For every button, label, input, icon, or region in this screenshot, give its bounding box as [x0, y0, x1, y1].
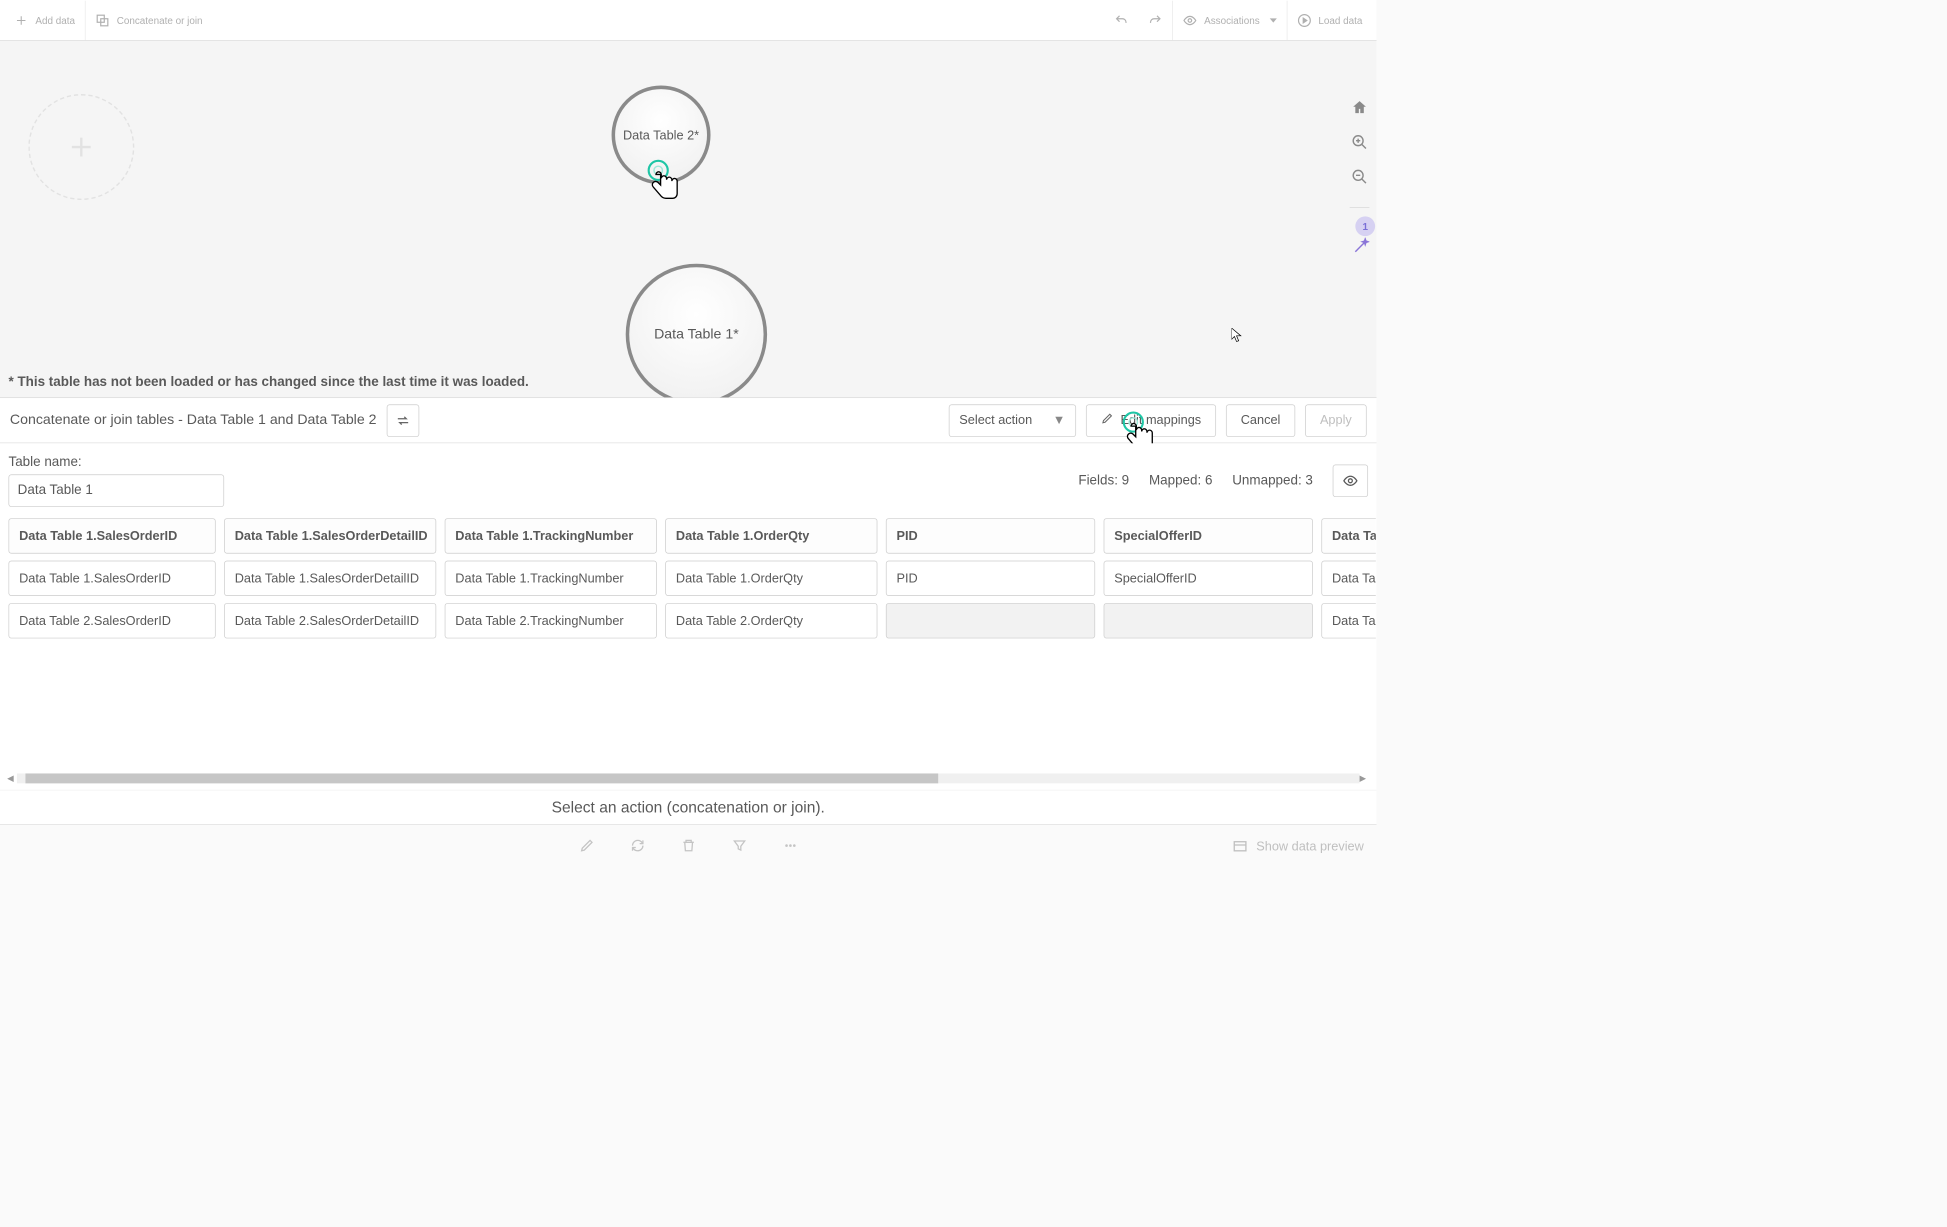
mapping-cell[interactable]: SpecialOfferID	[1104, 561, 1313, 596]
column-header[interactable]: Data Table 1.TrackingNumber	[445, 518, 657, 553]
mappings-grid: Data Table 1.SalesOrderID Data Table 1.S…	[8, 518, 1375, 645]
mapping-cell-empty[interactable]	[886, 603, 1095, 638]
mapping-column: Data Table 1.TrackingNumber Data Table 1…	[445, 518, 657, 645]
toggle-visibility-button[interactable]	[1333, 464, 1368, 497]
load-data-button[interactable]: Load data	[1287, 0, 1373, 40]
column-header[interactable]: Data Table 1.OrderQty	[665, 518, 877, 553]
swap-tables-button[interactable]	[386, 404, 419, 437]
bubble-label: Data Table 1*	[654, 326, 739, 342]
load-data-label: Load data	[1318, 14, 1362, 25]
concat-join-button[interactable]: Concatenate or join	[86, 0, 213, 40]
column-header[interactable]: PID	[886, 518, 1095, 553]
mapping-column: PID PID	[886, 518, 1095, 645]
mapping-column: Data Table 1.SalesOrderID Data Table 1.S…	[8, 518, 215, 645]
table-name-input[interactable]	[8, 474, 224, 507]
chevron-down-icon: ▼	[1053, 413, 1066, 428]
unmapped-label: Unmapped:	[1232, 473, 1301, 488]
mapping-cell[interactable]: Data Table 1.OrderQty	[665, 561, 877, 596]
magic-wand-icon[interactable]	[1352, 238, 1369, 257]
show-preview-button[interactable]: Show data preview	[1232, 825, 1364, 867]
table-bubble-2[interactable]: Data Table 2*	[612, 86, 711, 185]
zoom-in-icon[interactable]	[1351, 134, 1368, 153]
mappings-panel: Table name: Fields: 9 Mapped: 6 Unmapped…	[0, 443, 1377, 789]
pencil-icon	[1101, 412, 1114, 428]
footer-message: Select an action (concatenation or join)…	[0, 790, 1377, 825]
concat-icon	[95, 13, 109, 27]
cancel-label: Cancel	[1241, 413, 1281, 428]
edit-icon[interactable]	[579, 837, 595, 855]
apply-label: Apply	[1320, 413, 1352, 428]
fields-label: Fields:	[1078, 473, 1118, 488]
canvas-tools	[1350, 99, 1370, 212]
mapping-cell-empty[interactable]	[1104, 603, 1313, 638]
refresh-icon[interactable]	[630, 837, 646, 855]
mapping-column: Data Table 1.OrderQty Data Table 1.Order…	[665, 518, 877, 645]
mapped-value: 6	[1205, 473, 1212, 488]
mapping-cell[interactable]: Data Table 2.TrackingNumber	[445, 603, 657, 638]
mapping-cell[interactable]: Data Table 2.OrderQty	[665, 603, 877, 638]
table-bubble-1[interactable]: Data Table 1*	[626, 264, 767, 398]
zoom-out-icon[interactable]	[1351, 168, 1368, 187]
undo-button[interactable]	[1104, 0, 1138, 40]
mapping-cell[interactable]: Data Table 1.SalesOrderDetailID	[224, 561, 436, 596]
column-header[interactable]: Data Table 1.SalesOrderDetailID	[224, 518, 436, 553]
mapping-column: Data Table 1.SalesOrderDetailID Data Tab…	[224, 518, 436, 645]
select-action-dropdown[interactable]: Select action ▼	[949, 404, 1076, 437]
mapping-cell[interactable]: PID	[886, 561, 1095, 596]
edit-mappings-button[interactable]: Edit mappings	[1086, 404, 1216, 437]
add-table-placeholder[interactable]	[28, 94, 134, 200]
home-icon[interactable]	[1351, 99, 1368, 118]
table-name-label: Table name:	[8, 455, 224, 471]
eye-icon	[1183, 13, 1197, 27]
select-action-label: Select action	[959, 413, 1032, 428]
recommendations-badge[interactable]: 1	[1355, 216, 1375, 236]
more-icon[interactable]	[782, 837, 798, 855]
scroll-thumb[interactable]	[25, 773, 938, 783]
show-preview-label: Show data preview	[1256, 839, 1364, 854]
cancel-button[interactable]: Cancel	[1226, 404, 1295, 437]
concat-join-label: Concatenate or join	[117, 14, 203, 25]
mapped-label: Mapped:	[1149, 473, 1201, 488]
redo-button[interactable]	[1138, 0, 1172, 40]
associations-dropdown[interactable]: Associations	[1172, 0, 1286, 40]
horizontal-scrollbar[interactable]: ◀ ▶	[7, 773, 1369, 784]
concat-action-bar: Concatenate or join tables - Data Table …	[0, 398, 1377, 443]
column-header[interactable]: Data Ta	[1321, 518, 1375, 553]
action-bar-title: Concatenate or join tables - Data Table …	[10, 412, 377, 428]
associations-label: Associations	[1204, 14, 1260, 25]
top-toolbar: Add data Concatenate or join Association…	[0, 0, 1377, 41]
bubble-label: Data Table 2*	[623, 128, 699, 143]
column-header[interactable]: Data Table 1.SalesOrderID	[8, 518, 215, 553]
redo-icon	[1148, 13, 1162, 27]
play-icon	[1297, 13, 1311, 27]
mapping-column: Data Ta Data Ta Data Ta	[1321, 518, 1375, 645]
mapping-cell[interactable]: Data Ta	[1321, 603, 1375, 638]
mapping-cell[interactable]: Data Ta	[1321, 561, 1375, 596]
bottom-toolbar: Show data preview	[0, 825, 1377, 867]
mapping-cell[interactable]: Data Table 1.TrackingNumber	[445, 561, 657, 596]
mapping-cell[interactable]: Data Table 2.SalesOrderDetailID	[224, 603, 436, 638]
undo-icon	[1114, 13, 1128, 27]
mapping-cell[interactable]: Data Table 2.SalesOrderID	[8, 603, 215, 638]
mouse-cursor-icon	[1232, 328, 1243, 344]
scroll-left-icon[interactable]: ◀	[7, 773, 17, 783]
trash-icon[interactable]	[680, 837, 696, 855]
fields-value: 9	[1122, 473, 1129, 488]
add-data-button[interactable]: Add data	[4, 0, 85, 40]
scroll-right-icon[interactable]: ▶	[1360, 773, 1370, 783]
add-data-label: Add data	[35, 14, 75, 25]
edit-mappings-label: Edit mappings	[1120, 413, 1201, 428]
plus-icon	[14, 13, 28, 27]
apply-button[interactable]: Apply	[1305, 404, 1367, 437]
mapping-cell[interactable]: Data Table 1.SalesOrderID	[8, 561, 215, 596]
chevron-down-icon	[1270, 18, 1277, 22]
mapping-column: SpecialOfferID SpecialOfferID	[1104, 518, 1313, 645]
unmapped-value: 3	[1305, 473, 1312, 488]
column-header[interactable]: SpecialOfferID	[1104, 518, 1313, 553]
unsaved-note: * This table has not been loaded or has …	[8, 375, 528, 391]
data-model-canvas[interactable]: Data Table 2* Data Table 1* * This table…	[0, 41, 1377, 398]
filter-icon[interactable]	[731, 837, 747, 855]
